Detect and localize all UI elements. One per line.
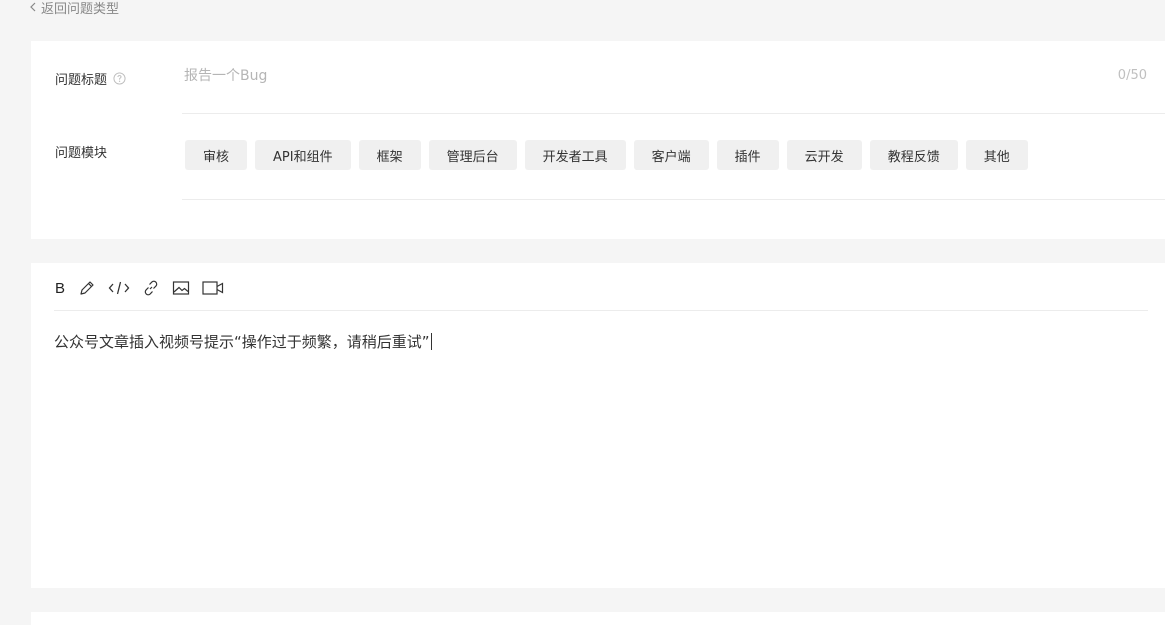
editor-panel: B 公众号文章插入视频号提示“操作过于频繁，请稍后重试” [31, 263, 1165, 588]
pen-icon [80, 281, 94, 295]
title-input[interactable] [184, 65, 1084, 87]
toolbar-divider [54, 310, 1148, 311]
code-button[interactable] [108, 278, 130, 298]
editor-toolbar: B [54, 277, 224, 299]
title-label: 问题标题 [55, 73, 108, 88]
module-tag-cloud-dev[interactable]: 云开发 [786, 140, 862, 170]
module-tag-tutorial-feedback[interactable]: 教程反馈 [869, 140, 958, 170]
module-tag-other[interactable]: 其他 [965, 140, 1028, 170]
module-tag-plugin[interactable]: 插件 [716, 140, 779, 170]
question-form-panel: 问题标题 0/50 问题模块 审核 API和组件 框架 管理后台 开发者工具 客… [31, 41, 1165, 239]
back-to-question-types-link[interactable]: 返回问题类型 [28, 0, 120, 17]
title-label-group: 问题标题 [55, 69, 126, 88]
next-panel [31, 612, 1165, 625]
title-char-count: 0/50 [1117, 68, 1147, 83]
back-link-label: 返回问题类型 [41, 1, 120, 17]
module-row: 问题模块 审核 API和组件 框架 管理后台 开发者工具 客户端 插件 云开发 … [31, 114, 1165, 199]
title-row: 问题标题 0/50 [31, 41, 1165, 113]
link-icon [144, 280, 158, 296]
video-icon [202, 281, 224, 295]
module-tag-framework[interactable]: 框架 [358, 140, 421, 170]
module-tag-client[interactable]: 客户端 [633, 140, 709, 170]
video-button[interactable] [202, 278, 224, 298]
divider [182, 199, 1165, 200]
editor-text: 公众号文章插入视频号提示“操作过于频繁，请稍后重试” [54, 333, 430, 351]
question-circle-icon[interactable] [113, 72, 126, 85]
module-label-group: 问题模块 [55, 142, 107, 161]
text-caret [430, 333, 432, 350]
module-tag-admin-console[interactable]: 管理后台 [428, 140, 517, 170]
chevron-left-icon [30, 2, 36, 12]
bold-button[interactable]: B [54, 278, 66, 298]
editor-content-area[interactable]: 公众号文章插入视频号提示“操作过于频繁，请稍后重试” [54, 331, 1148, 570]
link-button[interactable] [142, 278, 160, 298]
pen-button[interactable] [78, 278, 96, 298]
module-options: 审核 API和组件 框架 管理后台 开发者工具 客户端 插件 云开发 教程反馈 … [185, 140, 1028, 170]
module-tag-review[interactable]: 审核 [185, 140, 248, 170]
code-icon [108, 281, 130, 295]
image-button[interactable] [172, 278, 190, 298]
module-label: 问题模块 [55, 146, 108, 161]
module-tag-devtools[interactable]: 开发者工具 [524, 140, 626, 170]
module-tag-api-components[interactable]: API和组件 [255, 140, 351, 170]
image-icon [172, 281, 190, 295]
